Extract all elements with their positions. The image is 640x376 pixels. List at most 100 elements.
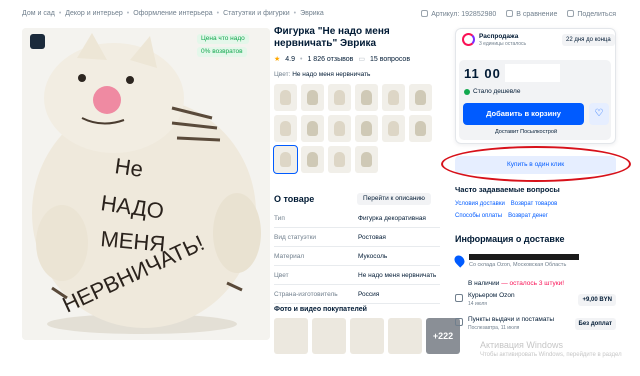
- breadcrumb-item[interactable]: Оформление интерьера: [133, 10, 212, 17]
- spec-key: Тип: [274, 214, 285, 222]
- breadcrumb-item[interactable]: Дом и сад: [22, 10, 55, 17]
- customer-photo[interactable]: [312, 318, 346, 354]
- copy-icon: [421, 10, 429, 17]
- delivery-option-title: Пункты выдачи и постаматы: [468, 316, 555, 323]
- down-arrow-icon: [464, 88, 470, 95]
- breadcrumb: Дом и сад • Декор и интерьер • Оформление …: [22, 10, 324, 17]
- breadcrumb-item[interactable]: Статуэтки и фигурки: [223, 10, 290, 17]
- product-title: Фигурка "Не надо меня нервничать" Эврика: [274, 26, 390, 49]
- share-icon: [567, 10, 575, 17]
- address-redaction: [469, 254, 579, 260]
- stock-left: — осталось 3 штуки!: [501, 280, 565, 287]
- tag-good-price: Цена что надо: [197, 34, 249, 44]
- delivery-address[interactable]: Со склада Ozon, Московская Область: [452, 252, 616, 272]
- reviews-link[interactable]: 1 826 отзывов: [307, 56, 353, 63]
- spec-value: Ростовая: [358, 233, 386, 241]
- rating-row: ★ 4.9 • 1 826 отзывов ▭ 15 вопросов: [274, 55, 410, 64]
- brand-logo-badge[interactable]: [30, 34, 45, 49]
- color-label-value: Не надо меня нервничать: [292, 71, 371, 78]
- add-to-cart-button[interactable]: Добавить в корзину: [463, 103, 584, 125]
- delivery-option-date: 14 июля: [468, 301, 488, 307]
- customer-photo[interactable]: [274, 318, 308, 354]
- compare-label: В сравнение: [516, 11, 558, 18]
- go-to-description-button[interactable]: Перейти к описанию: [357, 193, 431, 205]
- delivery-option[interactable]: Пункты выдачи и постаматы Послезавтра, 1…: [455, 316, 616, 336]
- compare-button[interactable]: В сравнение: [506, 10, 557, 18]
- top-actions: Артикул: 192852980 В сравнение Поделитьс…: [421, 10, 616, 18]
- windows-activation-watermark: Активация Windows Чтобы активировать Win…: [480, 340, 622, 358]
- spec-value: Не надо меня нервничать: [358, 271, 437, 279]
- variant-thumb[interactable]: [382, 84, 405, 111]
- price-dropped-text: Стало дешевле: [473, 88, 521, 95]
- delivery-option-price: Без доплат: [574, 318, 616, 330]
- watermark-line: Чтобы активировать Windows, перейдите в …: [480, 352, 622, 358]
- breadcrumb-item[interactable]: Декор и интерьер: [65, 10, 122, 17]
- spec-value: Россия: [358, 290, 380, 298]
- breadcrumb-sep: •: [216, 10, 220, 17]
- pickup-point-icon: [455, 318, 463, 326]
- annotation-highlight-oval: [441, 146, 631, 182]
- delivery-option[interactable]: Курьером Ozon 14 июля +9,00 BYN: [455, 292, 616, 312]
- stock-label: В наличии: [468, 280, 500, 287]
- spec-row: Страна-изготовитель Россия: [274, 285, 440, 304]
- breadcrumb-item[interactable]: Эврика: [300, 10, 324, 17]
- stock-status: В наличии — осталось 3 штуки!: [468, 280, 564, 287]
- variant-thumb[interactable]: [355, 84, 378, 111]
- spec-key: Вид статуэтки: [274, 233, 317, 241]
- faq-link[interactable]: Способы оплаты: [455, 213, 502, 219]
- specs-table: Тип Фигурка декоративная Вид статуэтки Рос…: [274, 209, 440, 304]
- customer-photo[interactable]: [388, 318, 422, 354]
- faq-link[interactable]: Возврат денег: [508, 213, 548, 219]
- spec-key: Цвет: [274, 271, 289, 279]
- variant-thumb[interactable]: [409, 84, 432, 111]
- sale-title: Распродажа: [479, 33, 519, 40]
- address-sub: Со склада Ozon, Московская Область: [469, 262, 567, 268]
- spec-key: Материал: [274, 252, 305, 260]
- main-product-photo[interactable]: Не НАДО МЕНЯ НЕРВНИЧАТЬ!: [22, 28, 270, 340]
- variant-thumb[interactable]: [328, 146, 351, 173]
- share-label: Поделиться: [577, 11, 616, 18]
- variant-thumb[interactable]: [301, 84, 324, 111]
- variant-thumb[interactable]: [274, 115, 297, 142]
- article-text: Артикул: 192852980: [431, 11, 497, 18]
- faq-link[interactable]: Условия доставки: [455, 201, 505, 207]
- spec-value: Мукосоль: [358, 252, 388, 260]
- tag-zero-returns: 0% возвратов: [197, 47, 247, 57]
- share-button[interactable]: Поделиться: [567, 10, 616, 18]
- variant-thumb[interactable]: [301, 115, 324, 142]
- color-label-key: Цвет:: [274, 71, 291, 78]
- customer-media-strip: +222: [274, 318, 460, 354]
- variant-thumb[interactable]: [409, 115, 432, 142]
- variant-thumb[interactable]: [355, 115, 378, 142]
- about-heading: О товаре: [274, 194, 315, 204]
- watermark-line: Активация Windows: [480, 340, 563, 350]
- faq-heading: Часто задаваемые вопросы: [455, 185, 560, 194]
- delivery-option-price: +9,00 BYN: [578, 294, 616, 306]
- customer-photo[interactable]: [350, 318, 384, 354]
- variant-thumb[interactable]: [328, 115, 351, 142]
- faq-links: Условия доставки Возврат товаров Способы…: [455, 201, 575, 219]
- spec-key: Страна-изготовитель: [274, 290, 338, 298]
- favorite-heart-icon[interactable]: ♡: [589, 103, 609, 125]
- variant-thumb[interactable]: [328, 84, 351, 111]
- spec-row: Материал Мукосоль: [274, 247, 440, 266]
- delivery-heading: Информация о доставке: [455, 234, 565, 244]
- media-heading: Фото и видео покупателей: [274, 306, 367, 313]
- spec-row: Тип Фигурка декоративная: [274, 209, 440, 228]
- questions-link[interactable]: 15 вопросов: [370, 56, 410, 63]
- color-label: Цвет: Не надо меня нервничать: [274, 71, 370, 78]
- variant-thumb[interactable]: [274, 84, 297, 111]
- delivery-option-date: Послезавтра, 11 июля: [468, 325, 520, 331]
- breadcrumb-sep: •: [58, 10, 62, 17]
- variant-thumbnails: [273, 84, 432, 174]
- location-pin-icon: [452, 253, 467, 268]
- variant-thumb[interactable]: [301, 146, 324, 173]
- rating-value: 4.9: [285, 55, 296, 63]
- star-icon: ★: [274, 56, 281, 63]
- article-number[interactable]: Артикул: 192852980: [421, 10, 496, 18]
- delivery-option-title: Курьером Ozon: [468, 292, 515, 299]
- faq-link[interactable]: Возврат товаров: [511, 201, 558, 207]
- variant-thumb[interactable]: [355, 146, 378, 173]
- variant-thumb-selected[interactable]: [273, 145, 298, 174]
- variant-thumb[interactable]: [382, 115, 405, 142]
